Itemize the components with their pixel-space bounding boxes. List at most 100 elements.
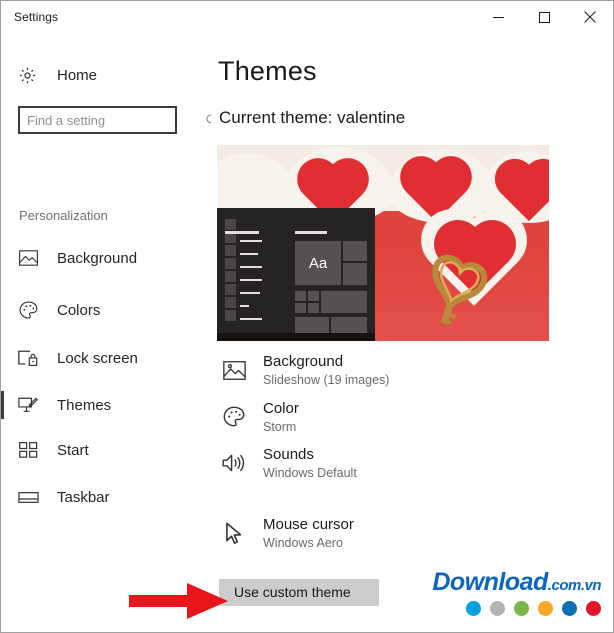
setting-title-color: Color bbox=[263, 400, 299, 417]
theme-brush-icon bbox=[17, 395, 39, 415]
setting-title-background: Background bbox=[263, 353, 344, 370]
watermark-brand: Download bbox=[432, 568, 548, 596]
sidebar-item-start-label: Start bbox=[57, 441, 89, 459]
lock-screen-icon bbox=[17, 348, 39, 368]
maximize-button[interactable] bbox=[521, 1, 567, 33]
setting-subtitle-sounds: Windows Default bbox=[263, 466, 357, 480]
watermark-dot bbox=[514, 601, 529, 616]
setting-row-mouse-cursor[interactable]: Mouse cursor Windows Aero bbox=[217, 516, 597, 560]
overlay-tile bbox=[225, 219, 236, 230]
sidebar-item-themes-label: Themes bbox=[57, 396, 112, 414]
watermark: Download.com.vn bbox=[371, 570, 602, 616]
overlay-tile bbox=[225, 271, 236, 282]
watermark-dot bbox=[586, 601, 601, 616]
sidebar-item-taskbar[interactable]: Taskbar bbox=[1, 477, 211, 517]
sidebar-item-background-label: Background bbox=[57, 249, 138, 267]
sidebar-section-label: Personalization bbox=[19, 208, 108, 223]
sidebar-item-home[interactable]: Home bbox=[1, 55, 211, 95]
overlay-tile-grid: Aa bbox=[295, 241, 367, 333]
setting-subtitle-mouse-cursor: Windows Aero bbox=[263, 536, 343, 550]
window-controls bbox=[475, 1, 613, 33]
watermark-dots bbox=[371, 601, 601, 616]
overlay-text-line bbox=[240, 266, 262, 268]
gold-heart-key-icon bbox=[432, 254, 488, 325]
image-icon bbox=[221, 357, 247, 383]
overlay-tile bbox=[225, 297, 236, 308]
minimize-icon bbox=[492, 16, 504, 18]
settings-window: Settings Home Find a setting Personaliza… bbox=[0, 0, 614, 633]
overlay-text-line bbox=[240, 279, 262, 281]
theme-preview-image[interactable]: Aa bbox=[217, 145, 549, 341]
watermark-logo: Download.com.vn bbox=[371, 570, 601, 595]
overlay-aa-tile: Aa bbox=[295, 241, 341, 285]
watermark-dot bbox=[466, 601, 481, 616]
overlay-text-line bbox=[295, 231, 327, 234]
minimize-button[interactable] bbox=[475, 1, 521, 33]
overlay-tile bbox=[331, 317, 367, 333]
close-button[interactable] bbox=[567, 1, 613, 33]
setting-row-color[interactable]: Color Storm bbox=[217, 400, 597, 444]
overlay-text-line bbox=[240, 292, 260, 294]
overlay-tile bbox=[295, 303, 306, 313]
overlay-tile bbox=[225, 245, 236, 256]
setting-row-background[interactable]: Background Slideshow (19 images) bbox=[217, 353, 597, 397]
sidebar-item-start[interactable]: Start bbox=[1, 430, 211, 470]
overlay-text-line bbox=[240, 240, 262, 242]
window-title: Settings bbox=[14, 10, 59, 24]
sidebar-item-themes[interactable]: Themes bbox=[1, 385, 211, 425]
maximize-icon bbox=[538, 11, 550, 23]
overlay-tile bbox=[225, 310, 236, 321]
palette-icon bbox=[221, 404, 247, 430]
setting-subtitle-color: Storm bbox=[263, 420, 297, 434]
palette-icon bbox=[17, 300, 39, 320]
taskbar-icon bbox=[17, 487, 39, 507]
overlay-aa-text: Aa bbox=[308, 254, 328, 272]
sidebar-item-home-label: Home bbox=[57, 66, 98, 84]
sidebar-item-colors-label: Colors bbox=[57, 301, 101, 319]
close-icon bbox=[584, 11, 596, 23]
main-content: Themes Current theme: valentine Aa Backg… bbox=[211, 33, 613, 632]
overlay-text-line bbox=[240, 253, 258, 255]
watermark-dot bbox=[562, 601, 577, 616]
setting-title-mouse-cursor: Mouse cursor bbox=[263, 516, 354, 533]
selection-indicator bbox=[1, 391, 4, 419]
overlay-taskbar bbox=[217, 333, 375, 341]
gear-icon bbox=[17, 65, 37, 85]
sidebar-item-lock-screen[interactable]: Lock screen bbox=[1, 338, 211, 378]
overlay-tile bbox=[343, 241, 367, 261]
setting-subtitle-background: Slideshow (19 images) bbox=[263, 373, 390, 387]
overlay-text-line bbox=[240, 318, 262, 320]
overlay-tile bbox=[295, 317, 329, 333]
overlay-text-line bbox=[240, 305, 249, 307]
sidebar-item-background[interactable]: Background bbox=[1, 238, 211, 278]
overlay-tile bbox=[321, 291, 367, 313]
search-box[interactable] bbox=[18, 106, 218, 134]
current-theme-text: Current theme: valentine bbox=[219, 108, 406, 127]
overlay-app-list bbox=[225, 219, 236, 333]
overlay-tile bbox=[308, 303, 319, 313]
start-menu-overlay: Aa bbox=[217, 208, 375, 341]
setting-title-sounds: Sounds bbox=[263, 446, 314, 463]
cursor-icon bbox=[221, 520, 247, 546]
overlay-tile bbox=[308, 291, 319, 301]
overlay-tile bbox=[225, 258, 236, 269]
watermark-dot bbox=[538, 601, 553, 616]
watermark-tld: .com.vn bbox=[547, 577, 602, 594]
overlay-tile bbox=[343, 263, 367, 285]
overlay-text-line bbox=[225, 231, 259, 234]
sidebar: Home Personalization Background bbox=[1, 33, 218, 632]
sidebar-item-taskbar-label: Taskbar bbox=[57, 488, 110, 506]
overlay-tile bbox=[295, 291, 306, 301]
image-icon bbox=[17, 248, 39, 268]
title-bar: Settings bbox=[1, 1, 613, 33]
watermark-dot bbox=[490, 601, 505, 616]
page-title: Themes bbox=[218, 56, 317, 86]
use-custom-theme-button[interactable]: Use custom theme bbox=[219, 579, 379, 606]
overlay-tile bbox=[225, 284, 236, 295]
speaker-icon bbox=[221, 450, 247, 476]
start-tiles-icon bbox=[17, 440, 39, 460]
sidebar-item-colors[interactable]: Colors bbox=[1, 290, 211, 330]
sidebar-item-lock-screen-label: Lock screen bbox=[57, 349, 138, 367]
search-input[interactable] bbox=[26, 112, 205, 128]
setting-row-sounds[interactable]: Sounds Windows Default bbox=[217, 446, 597, 490]
